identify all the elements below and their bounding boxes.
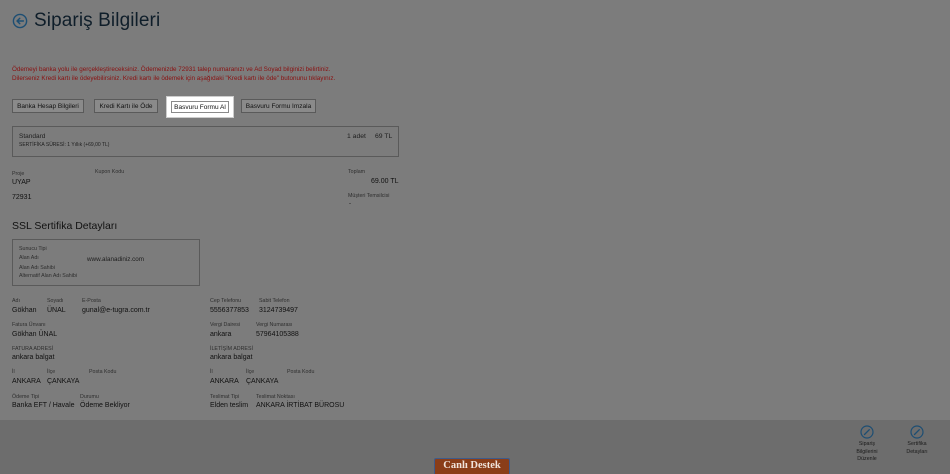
district-label: İlçe bbox=[47, 369, 56, 375]
total-value: 69.00 TL bbox=[371, 178, 399, 185]
sign-application-form-button[interactable]: Basvuru Formu Imzala bbox=[241, 99, 316, 113]
domain-owner-label: Alan Adı Sahibi bbox=[19, 265, 55, 271]
page-header: Sipariş Bilgileri bbox=[12, 10, 160, 32]
edit-order-action[interactable]: Sipariş Bilgilerini Düzenle bbox=[842, 425, 892, 464]
district-value: ÇANKAYA bbox=[47, 378, 80, 385]
project-label: Proje bbox=[12, 171, 25, 177]
invoice-title-label: Fatura Ünvanı bbox=[12, 322, 46, 328]
certificate-details-action[interactable]: Sertifika Detayları bbox=[892, 425, 942, 456]
page-title: Sipariş Bilgileri bbox=[34, 10, 161, 31]
delivery-point-label: Teslimat Noktası bbox=[256, 394, 295, 400]
pencil-circle-icon bbox=[860, 425, 874, 439]
city-value-2: ANKARA bbox=[210, 378, 239, 385]
tax-number-label: Vergi Numarası bbox=[256, 322, 293, 328]
city-value: ANKARA bbox=[12, 378, 41, 385]
last-name-label: Soyadı bbox=[47, 298, 64, 304]
email-label: E-Posta bbox=[82, 298, 101, 304]
delivery-type-label: Teslimat Tipi bbox=[210, 394, 240, 400]
pencil-circle-icon bbox=[910, 425, 924, 439]
edit-order-label-3: Düzenle bbox=[857, 456, 877, 462]
coupon-label: Kupon Kodu bbox=[95, 169, 125, 175]
representative-value: - bbox=[349, 201, 351, 207]
postal-code-label-2: Posta Kodu bbox=[287, 369, 315, 375]
project-value: UYAP bbox=[12, 179, 31, 186]
district-label-2: İlçe bbox=[246, 369, 255, 375]
city-label-2: İl bbox=[210, 369, 213, 375]
get-application-form-label: Basvuru Formu Al bbox=[171, 101, 229, 113]
ssl-section-title: SSL Sertifika Detayları bbox=[12, 220, 118, 232]
get-application-form-button[interactable]: Basvuru Formu Al bbox=[166, 96, 234, 118]
product-price: 69 TL bbox=[375, 133, 393, 140]
payment-type-label: Ödeme Tipi bbox=[12, 394, 40, 400]
domain-value: www.alanadiniz.com bbox=[87, 256, 145, 263]
delivery-point-value: ANKARA İRTİBAT BÜROSU bbox=[256, 402, 345, 409]
edit-order-label-2: Bilgilerini bbox=[856, 448, 878, 455]
back-arrow-circle-icon[interactable] bbox=[12, 13, 28, 29]
invoice-address-label: FATURA ADRESİ bbox=[12, 346, 54, 352]
last-name-value: ÜNAL bbox=[47, 307, 66, 314]
pay-by-card-button[interactable]: Kredi Kartı ile Öde bbox=[94, 99, 158, 113]
postal-code-label: Posta Kodu bbox=[89, 369, 117, 375]
mobile-value: 5556377853 bbox=[210, 307, 249, 314]
domain-label: Alan Adı bbox=[19, 255, 39, 261]
status-label: Durumu bbox=[80, 394, 99, 400]
product-quantity: 1 adet bbox=[347, 133, 366, 140]
tax-office-label: Vergi Dairesi bbox=[210, 322, 241, 328]
contact-address-value: ankara balgat bbox=[210, 354, 253, 361]
landline-label: Sabit Telefon bbox=[259, 298, 290, 304]
email-value: gunal@e-tugra.com.tr bbox=[82, 307, 150, 314]
product-name: Standard bbox=[19, 133, 46, 140]
product-duration: SERTİFİKA SÜRESİ: 1 Yıllık (+69,00 TL) bbox=[19, 142, 110, 148]
live-support-button[interactable]: Canlı Destek bbox=[434, 458, 510, 474]
district-value-2: ÇANKAYA bbox=[246, 378, 279, 385]
request-number: 72931 bbox=[12, 194, 32, 201]
city-label: İl bbox=[12, 369, 15, 375]
alt-domain-owner-label: Alternatif Alan Adı Sahibi bbox=[19, 273, 78, 279]
contact-address-label: İLETİŞİM ADRESİ bbox=[210, 346, 253, 352]
invoice-title-value: Gökhan ÜNAL bbox=[12, 331, 58, 338]
invoice-address-value: ankara balgat bbox=[12, 354, 55, 361]
tax-number-value: 57964105388 bbox=[256, 331, 299, 338]
certificate-details-label-1: Sertifika bbox=[907, 441, 927, 447]
payment-notice-line-1: Ödemeyi banka yolu ile gerçekleştireceks… bbox=[12, 66, 331, 73]
mobile-label: Cep Telefonu bbox=[210, 298, 242, 304]
certificate-details-label-2: Detayları bbox=[906, 448, 928, 455]
delivery-type-value: Elden teslim bbox=[210, 402, 249, 409]
payment-type-value: Banka EFT / Havale bbox=[12, 402, 75, 409]
representative-label: Müşteri Temsilcisi bbox=[348, 193, 390, 199]
first-name-value: Gökhan bbox=[12, 307, 37, 314]
bank-account-button[interactable]: Banka Hesap Bilgileri bbox=[12, 99, 84, 113]
total-label: Toplam bbox=[348, 169, 366, 175]
payment-notice-line-2: Dilerseniz Kredi kartı ile ödeyebilirsin… bbox=[12, 75, 336, 82]
edit-order-label-1: Sipariş bbox=[858, 441, 876, 447]
status-value: Ödeme Bekliyor bbox=[80, 402, 130, 409]
server-type-label: Sunucu Tipi bbox=[19, 246, 47, 252]
landline-value: 3124739497 bbox=[259, 307, 298, 314]
first-name-label: Adı bbox=[12, 298, 20, 304]
tax-office-value: ankara bbox=[210, 331, 232, 338]
